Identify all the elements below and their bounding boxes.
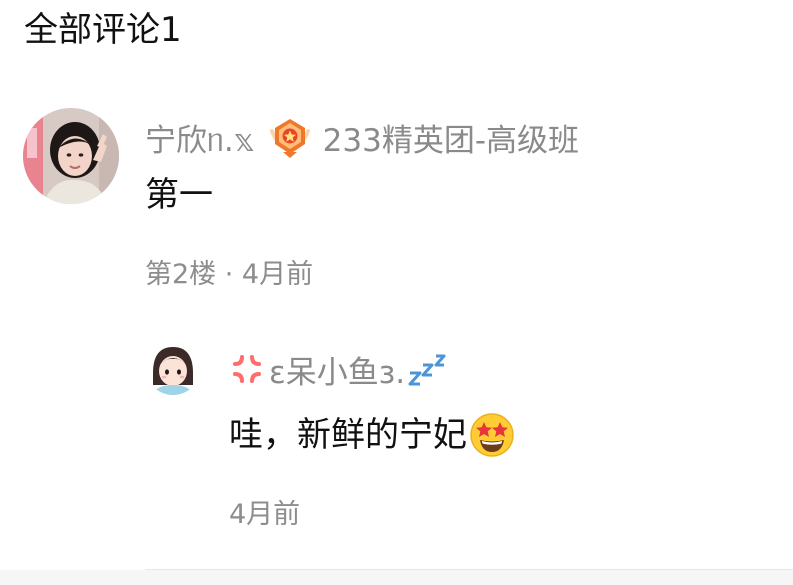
- user-avatar[interactable]: [23, 108, 119, 204]
- zzz-icon: [407, 351, 449, 387]
- star-struck-emoji-icon: [469, 412, 515, 458]
- comment-username[interactable]: 宁欣ᥒ.𝕩: [145, 115, 255, 160]
- reply-text-row: 哇，新鲜的宁妃: [229, 411, 515, 459]
- comment-floor-time: 第2楼 · 4月前: [145, 259, 314, 290]
- reply-user-avatar[interactable]: [145, 339, 201, 395]
- comments-page: 全部评论1 宁欣ᥒ.𝕩 233精英团-高级班 第一 第2楼 · 4月前 ε呆小鱼…: [0, 0, 793, 585]
- group-name[interactable]: 233精英团-高级班: [323, 115, 579, 160]
- comment-text: 第一: [145, 175, 213, 215]
- comment-meta: 宁欣ᥒ.𝕩 233精英团-高级班: [145, 115, 579, 159]
- bottom-band: [0, 570, 793, 585]
- reply-text: 哇，新鲜的宁妃: [229, 415, 467, 455]
- anger-symbol-icon: [229, 351, 265, 387]
- reply-username[interactable]: ε呆小鱼з.: [269, 347, 405, 392]
- reply-meta: ε呆小鱼з.: [229, 347, 449, 391]
- comments-header-title: 全部评论1: [24, 10, 182, 50]
- reply-time: 4月前: [229, 499, 301, 530]
- medal-badge-icon[interactable]: [267, 114, 313, 160]
